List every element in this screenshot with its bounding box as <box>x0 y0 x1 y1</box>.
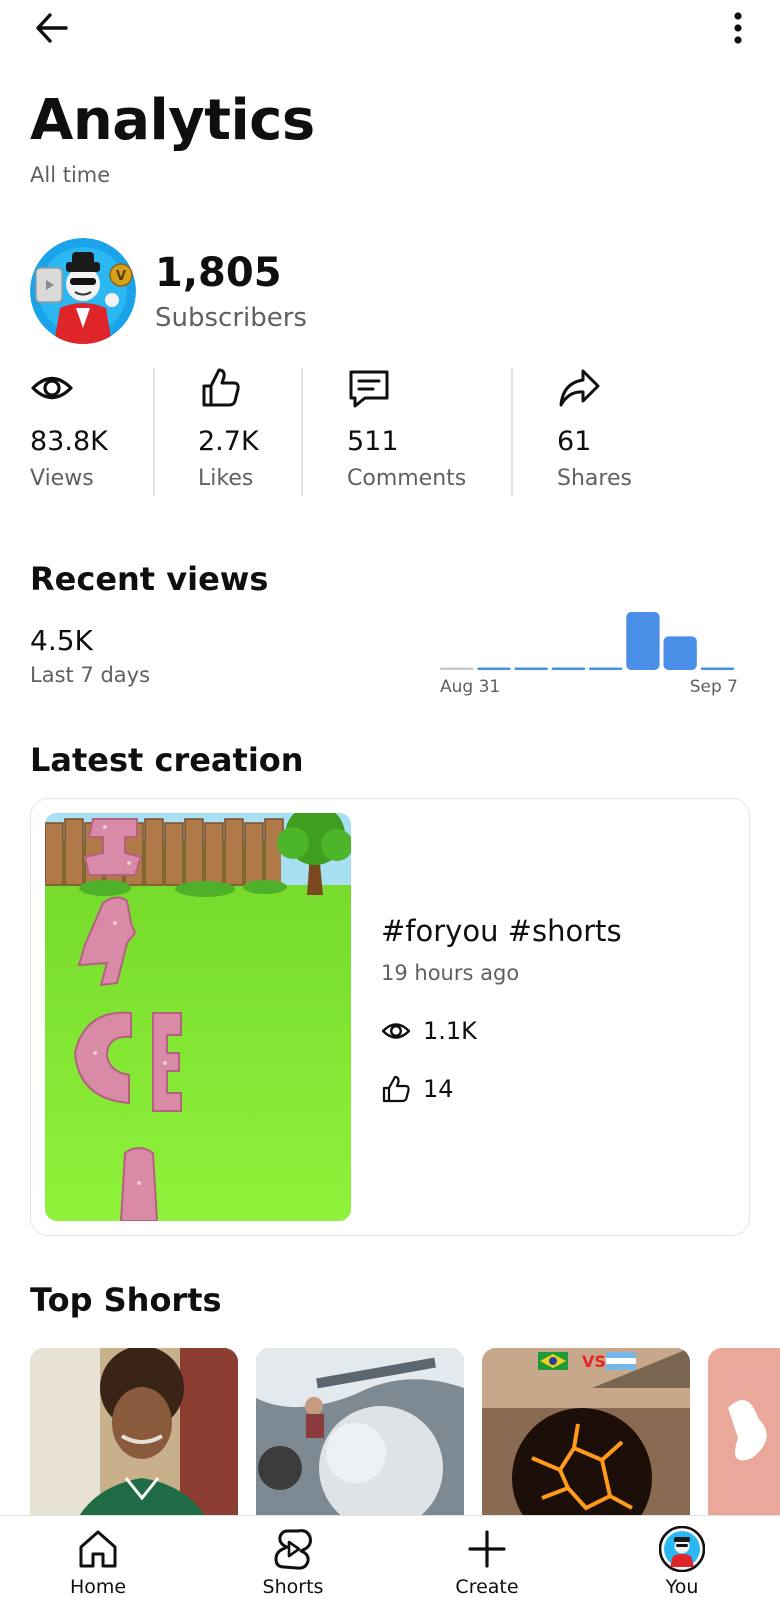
back-button[interactable] <box>24 4 80 52</box>
top-app-bar <box>0 0 780 56</box>
stat-value: 2.7K <box>198 426 259 457</box>
chart-bar <box>589 667 623 670</box>
nav-create[interactable]: Create <box>417 1516 557 1600</box>
bottom-navigation: Home Shorts Create You <box>0 1515 780 1600</box>
more-options-button[interactable] <box>710 4 766 52</box>
chart-bar <box>626 612 660 670</box>
divider <box>511 368 513 496</box>
page-title: Analytics <box>30 88 315 153</box>
nav-label: Shorts <box>262 1576 324 1598</box>
shorts-icon <box>270 1526 316 1572</box>
top-short-thumbnail[interactable] <box>30 1348 238 1516</box>
svg-text:V: V <box>116 269 126 284</box>
plus-icon <box>464 1526 510 1572</box>
video-thumbnail[interactable] <box>45 813 351 1221</box>
stat-value: 61 <box>557 426 592 457</box>
divider <box>301 368 303 496</box>
video-time-ago: 19 hours ago <box>381 961 520 985</box>
top-shorts-row: VS <box>30 1348 780 1516</box>
recent-views-period: Last 7 days <box>30 663 151 687</box>
stat-label: Views <box>30 466 94 491</box>
chart-bar <box>514 667 548 670</box>
avatar-icon <box>659 1526 705 1572</box>
video-views-value: 1.1K <box>423 1017 477 1045</box>
top-short-thumbnail[interactable] <box>708 1348 780 1516</box>
chart-bar <box>440 667 474 670</box>
nav-you[interactable]: You <box>612 1516 752 1600</box>
home-icon <box>75 1526 121 1572</box>
chart-x-end-label: Sep 7 <box>690 677 738 697</box>
thumbs-up-icon <box>382 1075 410 1103</box>
recent-views-chart[interactable]: Aug 31 Sep 7 <box>440 612 750 714</box>
stat-value: 83.8K <box>30 426 108 457</box>
eye-icon <box>381 1023 411 1039</box>
more-vert-icon <box>734 12 742 44</box>
svg-text:VS: VS <box>582 1352 606 1371</box>
chart-bar <box>700 667 735 670</box>
comment-icon <box>349 370 389 408</box>
latest-creation-title: Latest creation <box>30 741 304 779</box>
thumbs-up-icon <box>202 368 240 407</box>
video-likes-value: 14 <box>423 1075 454 1103</box>
subscriber-label: Subscribers <box>155 303 307 333</box>
back-arrow-icon <box>36 13 68 43</box>
nav-home[interactable]: Home <box>28 1516 168 1600</box>
share-icon <box>559 369 600 407</box>
stat-label: Likes <box>198 466 254 491</box>
video-title: #foryou #shorts <box>381 914 622 948</box>
date-range-label[interactable]: All time <box>30 163 110 187</box>
eye-icon <box>31 376 73 400</box>
top-short-thumbnail[interactable]: VS <box>482 1348 690 1516</box>
chart-bar <box>663 636 697 670</box>
top-shorts-title: Top Shorts <box>30 1281 222 1319</box>
stats-row: 83.8K Views 2.7K Likes 511 Comments 61 S… <box>0 366 780 498</box>
stat-value: 511 <box>347 426 399 457</box>
stat-label: Comments <box>347 466 467 491</box>
nav-shorts[interactable]: Shorts <box>223 1516 363 1600</box>
recent-views-title: Recent views <box>30 560 269 598</box>
chart-bar <box>477 667 511 670</box>
video-views: 1.1K <box>381 1016 477 1046</box>
chart-x-start-label: Aug 31 <box>440 677 500 697</box>
stat-label: Shares <box>557 466 632 491</box>
nav-label: Create <box>455 1576 519 1598</box>
video-likes: 14 <box>381 1074 454 1104</box>
recent-views-value: 4.5K <box>30 624 93 657</box>
chart-bar <box>551 667 586 670</box>
latest-creation-card[interactable]: #foryou #shorts 19 hours ago 1.1K 14 <box>30 798 750 1236</box>
nav-label: You <box>665 1576 699 1598</box>
subscriber-count: 1,805 <box>155 250 282 296</box>
nav-label: Home <box>69 1576 127 1598</box>
channel-avatar: V <box>30 238 136 344</box>
top-short-thumbnail[interactable] <box>256 1348 464 1516</box>
divider <box>153 368 155 496</box>
